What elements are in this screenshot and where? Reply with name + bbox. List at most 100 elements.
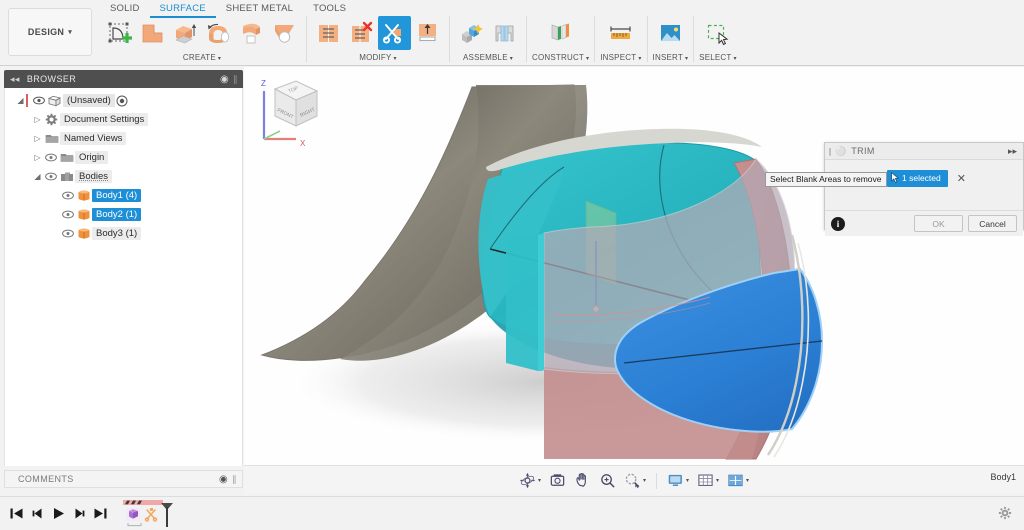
chevron-collapsed-icon[interactable]: ▷ [32,115,43,124]
timeline-marker-handle [161,502,173,527]
timeline-playback-controls [6,503,111,525]
select-window-icon[interactable] [701,16,734,50]
tab-solid-label: SOLID [110,3,140,14]
dialog-drag-grip[interactable]: ∥ [828,147,832,156]
trim-tool-selection-value: 1 selected [902,173,941,183]
revolve-icon[interactable] [202,16,235,50]
minimize-icon[interactable]: ⚪ [835,146,846,157]
panel-create-label[interactable]: CREATE ▾ [183,53,221,62]
play-icon[interactable] [48,503,69,525]
chevron-expanded-icon[interactable]: ◢ [15,96,26,105]
trim-tool-selection-chip[interactable]: 1 selected [887,169,948,187]
browser-resize-grip[interactable]: ∥ [233,74,238,85]
look-at-icon[interactable] [545,470,570,492]
tree-item-body2[interactable]: Body2 (1) [5,205,242,224]
visibility-eye-icon[interactable] [60,229,75,238]
axis-z-label: Z [261,79,266,88]
cad-model-render [260,84,824,460]
step-forward-icon[interactable] [69,503,90,525]
chevron-down-icon: ▾ [733,56,737,62]
chevron-collapsed-icon[interactable]: ▷ [32,153,43,162]
chevron-expanded-icon[interactable]: ◢ [32,172,43,181]
jump-to-end-icon[interactable] [90,503,111,525]
fit-icon[interactable]: ▾ [620,470,650,492]
stitch-icon[interactable] [312,16,345,50]
visibility-eye-icon[interactable] [43,153,58,162]
orbit-icon[interactable]: ▾ [515,470,545,492]
step-back-icon[interactable] [27,503,48,525]
trim-dialog-footer: i OK Cancel [825,211,1023,236]
view-cube[interactable]: Z X TOP FRONT RIGHT [244,67,328,147]
viewports-icon[interactable]: ▾ [723,470,753,492]
tree-item-named-views[interactable]: ▷ Named Views [5,129,242,148]
patch-icon[interactable] [136,16,169,50]
chevron-collapsed-icon[interactable]: ▷ [32,134,43,143]
new-component-icon[interactable] [455,16,488,50]
visibility-eye-icon[interactable] [43,172,58,181]
comments-resize-grip[interactable]: ∥ [232,474,237,485]
expand-dialog-icon[interactable]: ▸▸ [1008,146,1017,157]
jump-to-beginning-icon[interactable] [6,503,27,525]
chevron-down-icon: ▾ [586,56,590,62]
unstitch-icon[interactable] [345,16,378,50]
extend-icon[interactable] [411,16,444,50]
tree-item-body1[interactable]: Body1 (4) [5,186,242,205]
chevron-down-icon: ▾ [746,478,750,484]
panel-insert-label[interactable]: INSERT ▾ [653,53,689,62]
design-workspace-button[interactable]: DESIGN ▾ [8,8,92,56]
display-mode-icon[interactable] [115,95,130,107]
insert-image-icon[interactable] [654,16,687,50]
panel-inspect-label[interactable]: INSPECT ▾ [600,53,641,62]
measure-icon[interactable] [604,16,637,50]
joint-icon[interactable] [488,16,521,50]
info-icon[interactable]: i [831,216,845,231]
zoom-icon[interactable] [595,470,620,492]
tree-item-bodies[interactable]: ◢ Bodies [5,167,242,186]
comments-panel-header[interactable]: COMMENTS ◉ ∥ [4,470,243,488]
tree-item-document-settings[interactable]: ▷ Document Settings [5,110,242,129]
chevron-down-icon: ▾ [716,478,720,484]
tab-surface-label: SURFACE [159,3,206,14]
offset-plane-icon[interactable] [544,16,577,50]
collapse-panel-icon[interactable]: ◂◂ [10,74,20,85]
trim-dialog-title: TRIM [851,146,875,156]
pan-icon[interactable] [570,470,595,492]
loft-icon[interactable] [268,16,301,50]
tree-item-body3[interactable]: Body3 (1) [5,224,242,243]
comments-options-icon[interactable]: ◉ [219,474,228,485]
extrude-icon[interactable] [169,16,202,50]
body-icon [75,227,92,240]
panel-construct-label[interactable]: CONSTRUCT ▾ [532,53,589,62]
3d-viewport[interactable]: Z X TOP FRONT RIGHT [244,67,1024,465]
panel-modify-label[interactable]: MODIFY ▾ [359,53,397,62]
create-sketch-icon[interactable] [103,16,136,50]
design-workspace-label: DESIGN [27,27,65,37]
grid-snaps-icon[interactable]: ▾ [693,470,723,492]
timeline-settings-gear-icon[interactable] [998,506,1012,525]
visibility-eye-icon[interactable] [60,191,75,200]
chevron-down-icon: ▾ [537,478,541,484]
panel-select-label[interactable]: SELECT ▾ [699,53,737,62]
tree-item-origin[interactable]: ▷ Origin [5,148,242,167]
panel-insert: INSERT ▾ [646,16,692,62]
tooltip: Select Blank Areas to remove [765,172,887,187]
sweep-icon[interactable] [235,16,268,50]
cancel-button[interactable]: Cancel [968,215,1017,232]
trim-dialog-header[interactable]: ∥ ⚪ TRIM ▸▸ [825,143,1023,160]
browser-options-icon[interactable]: ◉ [220,74,229,85]
chevron-down-icon: ▾ [68,29,73,36]
document-icon [46,95,63,107]
ok-button[interactable]: OK [914,215,963,232]
axis-x-label: X [300,139,306,147]
visibility-eye-icon[interactable] [60,210,75,219]
display-settings-icon[interactable]: ▾ [663,470,693,492]
trim-icon[interactable] [378,16,411,50]
panel-assemble-label[interactable]: ASSEMBLE ▾ [463,53,513,62]
tree-item-unsaved[interactable]: ◢ (Unsaved) [5,91,242,110]
panel-modify: MODIFY ▾ [306,16,447,62]
panel-assemble: ASSEMBLE ▾ [449,16,524,62]
divider [655,472,657,489]
clear-selection-icon[interactable]: ✕ [957,172,966,185]
visibility-eye-icon[interactable] [31,96,46,105]
browser-panel-header[interactable]: ◂◂ BROWSER ◉ ∥ [4,70,243,88]
